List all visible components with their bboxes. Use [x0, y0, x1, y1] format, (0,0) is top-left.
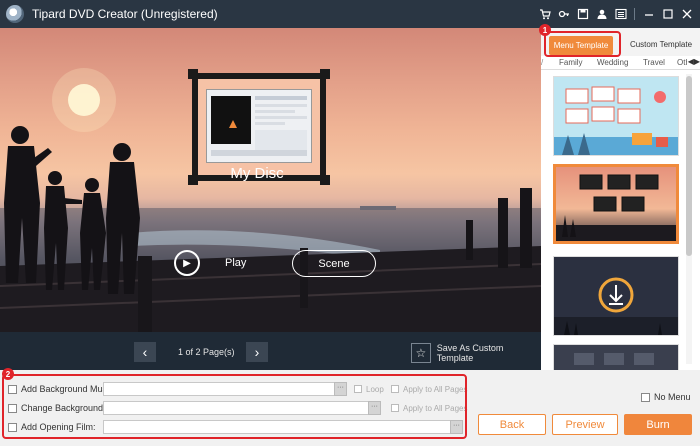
category-travel[interactable]: Travel [643, 58, 665, 67]
add-opening-film-label: Add Opening Film: [21, 422, 96, 432]
background-music-browse-button[interactable]: ··· [334, 382, 347, 396]
add-background-music-checkbox[interactable] [8, 384, 17, 394]
play-icon[interactable]: ▶ [174, 250, 200, 276]
add-background-music-row: Add Background Music: [8, 381, 116, 397]
star-icon: ☆ [411, 343, 431, 363]
preview-button[interactable]: Preview [552, 414, 618, 435]
template-tabs: Menu Template Custom Template [541, 28, 700, 56]
category-scroll-left[interactable]: / [541, 58, 543, 67]
title-bar-icons [535, 0, 700, 28]
options-panel: Add Background Music: ··· Loop Apply to … [0, 370, 700, 446]
music-apply-to-all-label: Apply to All Pages [403, 384, 468, 394]
app-title: Tipard DVD Creator (Unregistered) [32, 7, 218, 21]
save-icon[interactable] [573, 0, 592, 28]
category-arrows-icon[interactable]: ◀▶ [686, 57, 700, 66]
save-as-custom-template[interactable]: ☆ Save As Custom Template [411, 343, 541, 363]
back-button[interactable]: Back [478, 414, 546, 435]
background-music-field[interactable] [103, 382, 336, 396]
loop-label: Loop [366, 384, 384, 394]
loop-checkbox[interactable] [354, 385, 362, 393]
loop-option[interactable]: Loop [354, 382, 384, 396]
callout-badge: 1 [539, 24, 551, 36]
add-opening-film-checkbox[interactable] [8, 422, 17, 432]
category-wedding[interactable]: Wedding [597, 58, 628, 67]
title-bar-separator [634, 8, 635, 20]
no-menu-checkbox[interactable] [641, 392, 650, 402]
tab-custom-template[interactable]: Custom Template [625, 40, 697, 49]
change-background-label: Change Background: [21, 403, 106, 413]
app-logo-icon [6, 5, 24, 23]
change-background-row: Change Background: [8, 400, 106, 416]
template-panel: Menu Template Custom Template / Family W… [541, 28, 700, 370]
disc-title[interactable]: My Disc [212, 165, 302, 182]
previous-page-button[interactable]: ‹ [134, 342, 156, 362]
no-menu-option[interactable]: No Menu [641, 392, 691, 402]
background-apply-to-all-label: Apply to All Pages [403, 403, 468, 413]
title-thumbnail[interactable] [206, 89, 312, 163]
change-background-browse-button[interactable]: ··· [368, 401, 381, 415]
tab-menu-template[interactable]: Menu Template [549, 36, 613, 55]
minimize-icon[interactable] [639, 0, 658, 28]
scene-button[interactable]: Scene [292, 250, 376, 277]
maximize-icon[interactable] [658, 0, 677, 28]
template-categories: / Family Wedding Travel Oth ◀▶ [541, 56, 700, 70]
page-navigation: ‹ 1 of 2 Page(s) › ☆ Save As Custom Temp… [0, 332, 541, 370]
category-family[interactable]: Family [559, 58, 583, 67]
template-thumbnail[interactable] [553, 344, 679, 370]
no-menu-label: No Menu [654, 392, 691, 402]
template-thumbnail-selected[interactable] [553, 164, 679, 244]
menu-icon[interactable] [611, 0, 630, 28]
play-label[interactable]: Play [225, 257, 246, 269]
burn-button[interactable]: Burn [624, 414, 692, 435]
user-icon[interactable] [592, 0, 611, 28]
music-apply-to-all-option[interactable]: Apply to All Pages [391, 382, 467, 396]
template-thumbnail[interactable] [553, 256, 679, 336]
add-background-music-label: Add Background Music: [21, 384, 117, 394]
title-bar: Tipard DVD Creator (Unregistered) [0, 0, 700, 28]
callout-badge: 2 [2, 368, 14, 380]
change-background-checkbox[interactable] [8, 403, 17, 413]
background-apply-to-all-checkbox[interactable] [391, 404, 399, 412]
template-scrollbar[interactable] [686, 74, 692, 364]
close-icon[interactable] [677, 0, 696, 28]
opening-film-field[interactable] [103, 420, 451, 434]
key-icon[interactable] [554, 0, 573, 28]
page-indicator: 1 of 2 Page(s) [178, 347, 235, 357]
menu-preview: My Disc ▶ Play Scene [0, 28, 541, 332]
opening-film-browse-button[interactable]: ··· [450, 420, 463, 434]
template-thumbnail[interactable] [553, 76, 679, 156]
save-as-custom-template-label: Save As Custom Template [436, 343, 504, 363]
scrollbar-thumb[interactable] [686, 76, 692, 256]
next-page-button[interactable]: › [246, 342, 268, 362]
template-list [541, 70, 700, 370]
music-apply-to-all-checkbox[interactable] [391, 385, 399, 393]
background-apply-to-all-option[interactable]: Apply to All Pages [391, 401, 467, 415]
change-background-field[interactable] [103, 401, 369, 415]
add-opening-film-row: Add Opening Film: [8, 419, 96, 435]
